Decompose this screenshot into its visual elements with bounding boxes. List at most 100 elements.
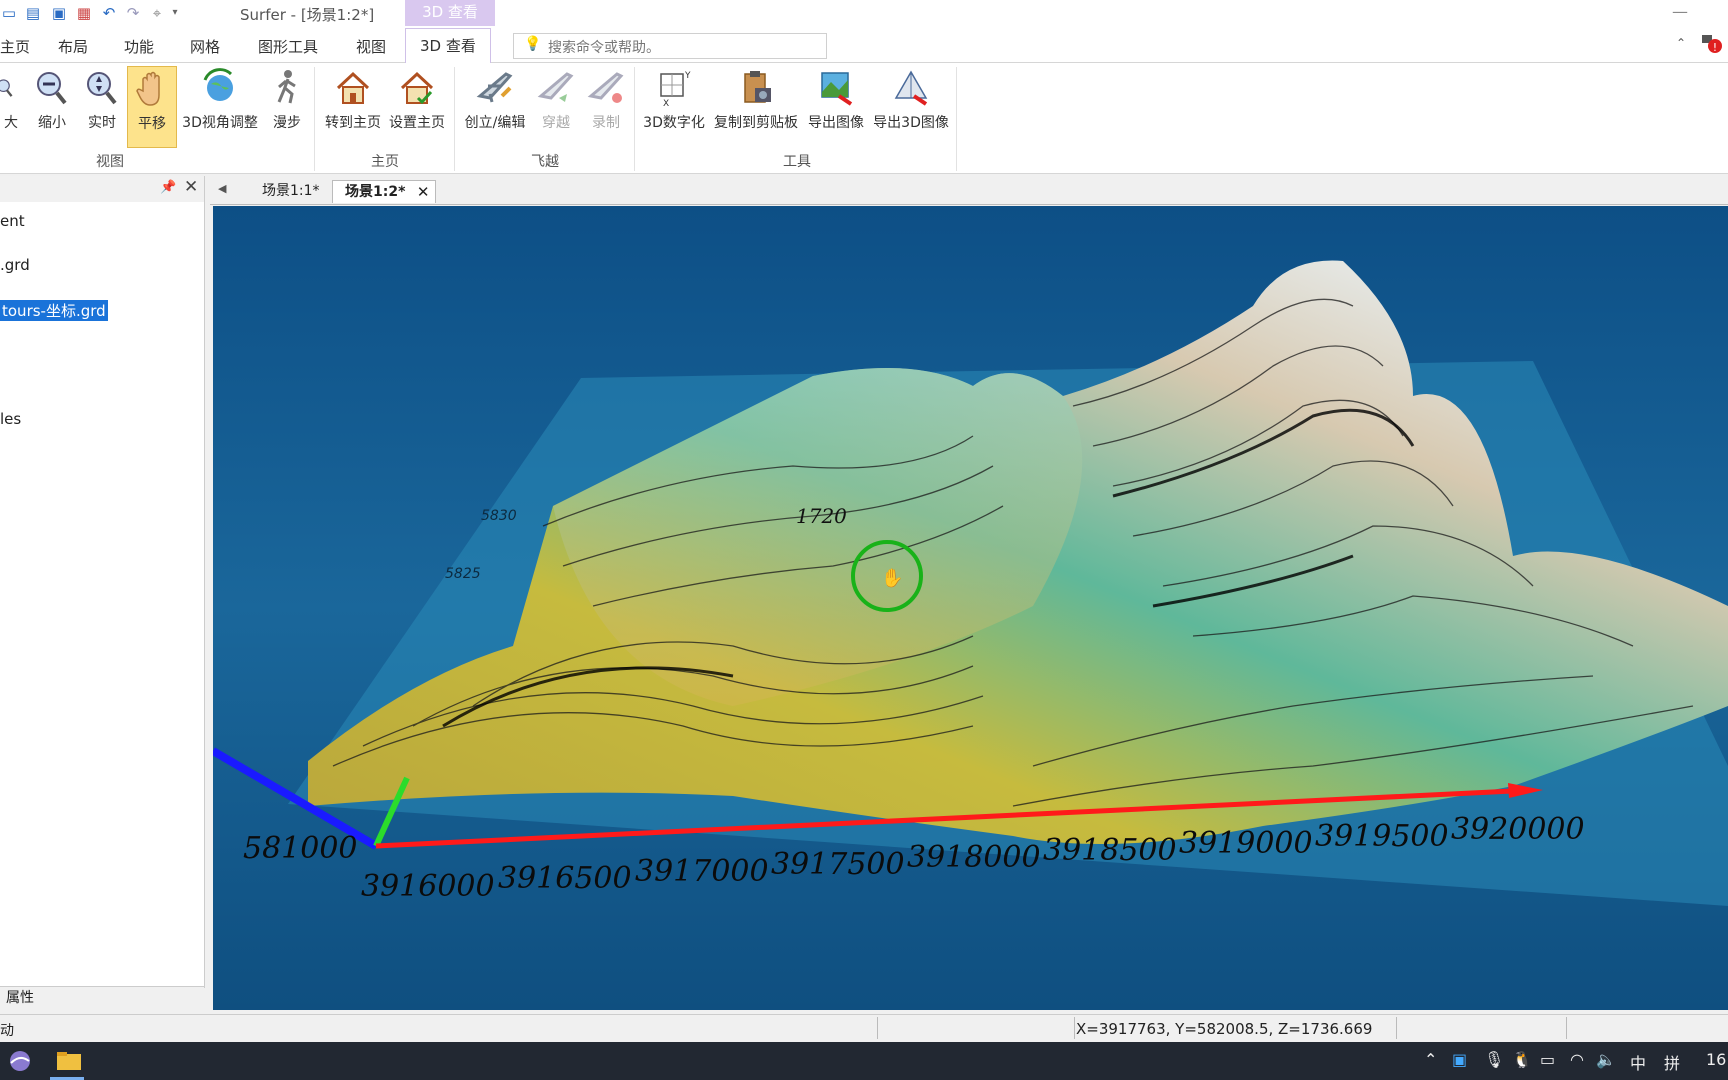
create-edit-flight-label: 创立/编辑	[464, 115, 526, 131]
tab-layout[interactable]: 布局	[58, 36, 88, 57]
fly-through-button[interactable]: 穿越	[534, 66, 578, 146]
fly-through-label: 穿越	[542, 115, 570, 131]
status-divider	[1074, 1017, 1075, 1039]
properties-tab[interactable]: 属性	[0, 986, 204, 1011]
wifi-icon[interactable]: ◠	[1570, 1050, 1584, 1069]
tray-expand-icon[interactable]: ⌃	[1424, 1050, 1437, 1069]
redo-icon[interactable]: ↷	[124, 4, 142, 22]
close-doc-icon[interactable]: ▦	[75, 4, 93, 22]
file-explorer-icon[interactable]	[56, 1050, 82, 1072]
airplane-edit-icon	[476, 72, 513, 103]
group-divider	[454, 67, 455, 171]
new-icon[interactable]: ▤	[24, 4, 42, 22]
tab-graphic-tools[interactable]: 图形工具	[258, 36, 318, 57]
x-tick-label: 3916000	[361, 869, 495, 904]
digitize-axes-icon: YX	[660, 71, 691, 108]
walk-label: 漫步	[273, 115, 301, 131]
zoom-out-icon	[37, 72, 67, 105]
meeting-icon[interactable]: ▣	[1452, 1050, 1467, 1069]
globe-rotate-icon	[203, 68, 233, 101]
ime-mode[interactable]: 中	[1630, 1050, 1646, 1074]
pan-label: 平移	[138, 116, 166, 132]
x-tick-label: 3917000	[635, 854, 769, 889]
walk-button[interactable]: 漫步	[266, 66, 308, 146]
close-tab-icon[interactable]: ✕	[417, 181, 430, 203]
record-button[interactable]: 录制	[584, 66, 628, 146]
ime-pinyin[interactable]: 拼	[1664, 1050, 1680, 1074]
export-image-icon	[821, 72, 853, 106]
qq-icon[interactable]: 🐧	[1512, 1050, 1532, 1069]
status-divider	[1396, 1017, 1397, 1039]
close-panel-icon[interactable]: ✕	[184, 177, 198, 197]
export-3d-image-button[interactable]: 导出3D图像	[870, 66, 952, 146]
collapse-ribbon-icon[interactable]: ⌃	[1676, 36, 1686, 50]
tab-home[interactable]: 主页	[0, 36, 30, 57]
zoom-out-label: 缩小	[38, 115, 66, 131]
3d-view-adjust-button[interactable]: 3D视角调整	[178, 66, 262, 146]
go-home-button[interactable]: 转到主页	[322, 66, 384, 146]
hand-cursor-icon: ✋	[881, 567, 903, 589]
x-tick-label: 3916500	[498, 861, 632, 896]
select-icon[interactable]: ⌖	[148, 4, 166, 22]
ribbon: 大 缩小 实时 平移 3D视角调整 漫步 视图 转到主页 设置主页 主页 创立/…	[0, 63, 1728, 174]
3d-viewport[interactable]: ✋ 1720 5830 5825 3916000 3916500 3917000…	[213, 206, 1728, 1010]
battery-icon[interactable]: ▭	[1540, 1050, 1555, 1069]
x-tick-label: 3917500	[771, 847, 905, 882]
pan-button[interactable]: 平移	[127, 66, 177, 148]
walk-icon	[277, 70, 296, 104]
save-icon[interactable]: ▣	[50, 4, 68, 22]
contour-label: 1720	[796, 504, 847, 528]
set-home-button[interactable]: 设置主页	[386, 66, 448, 146]
x-tick-label: 3919000	[1179, 826, 1313, 861]
scroll-left-icon[interactable]: ◀	[218, 182, 226, 195]
open-icon[interactable]: ▭	[0, 4, 18, 22]
house-icon	[336, 71, 370, 104]
search-input[interactable]: 💡 搜索命令或帮助。	[513, 33, 827, 59]
tab-3d-view[interactable]: 3D 查看	[405, 28, 491, 63]
3d-surface-render[interactable]: ✋ 1720 5830 5825 3916000 3916500 3917000…	[213, 206, 1728, 1010]
tab-features[interactable]: 功能	[124, 36, 154, 57]
clipboard-icon	[744, 71, 771, 103]
zoom-realtime-button[interactable]: 实时	[80, 66, 124, 146]
tree-item-selected[interactable]: tours-坐标.grd	[0, 300, 108, 321]
3d-digitize-button[interactable]: YX 3D数字化	[640, 66, 708, 146]
pin-icon[interactable]: 📌	[160, 180, 176, 195]
x-tick-label: 3918500	[1043, 833, 1177, 868]
go-home-label: 转到主页	[325, 115, 381, 131]
set-home-icon	[400, 71, 434, 105]
create-edit-flight-button[interactable]: 创立/编辑	[460, 66, 530, 146]
side-axis-label: 5825	[445, 566, 481, 582]
cursor-coordinates: X=3917763, Y=582008.5, Z=1736.669	[1076, 1020, 1373, 1038]
minimize-button[interactable]: —	[1672, 2, 1688, 21]
surfer-app-icon[interactable]	[8, 1050, 32, 1072]
set-home-label: 设置主页	[389, 115, 445, 131]
undo-icon[interactable]: ↶	[100, 4, 118, 22]
clock[interactable]: 16	[1706, 1050, 1726, 1069]
tree-item[interactable]: ent	[0, 212, 25, 230]
group-divider	[956, 67, 957, 171]
export-image-button[interactable]: 导出图像	[804, 66, 868, 146]
customize-icon[interactable]: ▾	[166, 4, 184, 22]
hand-icon	[136, 71, 160, 106]
zoom-in-button[interactable]: 大	[0, 66, 22, 146]
tree-item[interactable]: les	[0, 410, 21, 428]
x-tick-label: 3918000	[907, 840, 1041, 875]
ribbon-tab-row: 主页 布局 功能 网格 图形工具 视图 3D 查看 💡 搜索命令或帮助。 ⌃ !	[0, 28, 1728, 63]
tab-grids[interactable]: 网格	[190, 36, 220, 57]
zoom-out-button[interactable]: 缩小	[30, 66, 74, 146]
zoom-realtime-icon	[87, 72, 117, 105]
volume-icon[interactable]: 🔈	[1596, 1050, 1616, 1069]
group-divider	[634, 67, 635, 171]
notification-flag-icon[interactable]: !	[1700, 32, 1722, 54]
copy-to-clipboard-button[interactable]: 复制到剪贴板	[710, 66, 802, 146]
tree-item[interactable]: .grd	[0, 256, 30, 274]
tab-scene-1-2[interactable]: 场景1:2* ✕	[332, 180, 437, 203]
tab-scene-1-1[interactable]: 场景1:1*	[262, 180, 320, 202]
side-axis-label: 5830	[481, 508, 517, 524]
microphone-icon[interactable]: 🎙	[1484, 1050, 1504, 1069]
title-bar: ▭ ▤ ▣ ▦ ↶ ↷ ⌖ ▾ Surfer - [场景1:2*] 3D 查看 …	[0, 0, 1728, 28]
airplane-icon	[537, 72, 574, 102]
fly-group-label: 飞越	[531, 154, 559, 170]
svg-text:X: X	[663, 99, 669, 108]
tab-view[interactable]: 视图	[356, 36, 386, 57]
